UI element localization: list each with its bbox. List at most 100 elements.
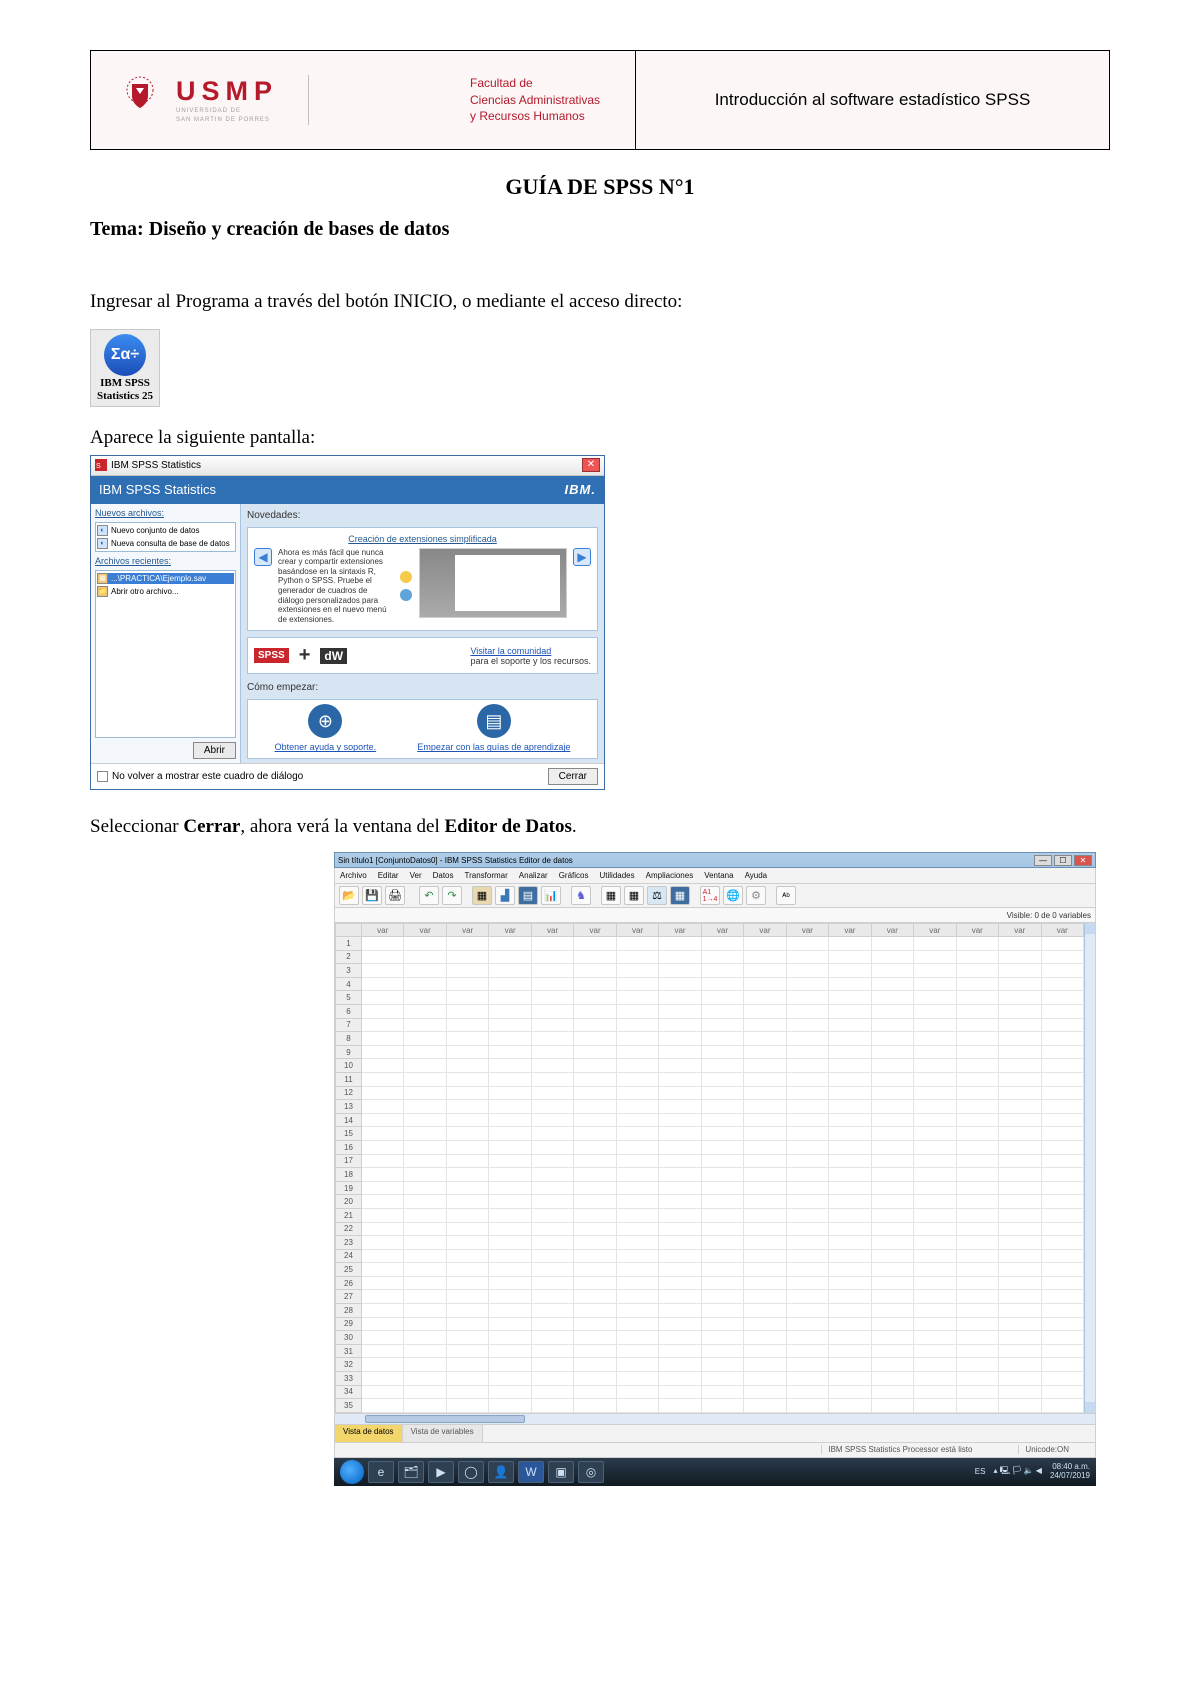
new-db-query-item[interactable]: ◐Nueva consulta de base de datos <box>97 538 234 549</box>
faculty-line3: y Recursos Humanos <box>470 108 600 125</box>
dont-show-checkbox[interactable]: No volver a mostrar este cuadro de diálo… <box>97 771 303 782</box>
goto-case-icon[interactable]: ▦ <box>472 886 492 905</box>
status-processor: IBM SPSS Statistics Processor está listo <box>821 1445 978 1454</box>
goto-var-icon[interactable]: ▟ <box>495 886 515 905</box>
faculty-cell: Facultad de Ciencias Administrativas y R… <box>445 51 635 150</box>
preview-image <box>419 548 567 618</box>
university-name: USMP <box>176 78 278 105</box>
taskbar-chrome-icon[interactable]: ◯ <box>458 1461 484 1483</box>
value-labels-icon[interactable]: ▦ <box>601 886 621 905</box>
maximize-button[interactable]: ☐ <box>1054 855 1072 866</box>
university-cell: USMP UNIVERSIDAD DE SAN MARTIN DE PORRES <box>90 51 445 150</box>
split-file-icon[interactable]: ▦ <box>624 886 644 905</box>
use-subset-icon[interactable]: A11→4 <box>700 886 720 905</box>
course-title: Introducción al software estadístico SPS… <box>661 90 1084 110</box>
menu-ver[interactable]: Ver <box>410 871 422 880</box>
tutorial-icon: ▤ <box>477 704 511 738</box>
redo-icon[interactable]: ↷ <box>442 886 462 905</box>
page-title: GUÍA DE SPSS N°1 <box>90 174 1110 200</box>
menu-editar[interactable]: Editar <box>378 871 399 880</box>
horizontal-scrollbar[interactable] <box>334 1414 1096 1425</box>
menu-utilidades[interactable]: Utilidades <box>599 871 634 880</box>
tema-line: Tema: Diseño y creación de bases de dato… <box>90 218 1110 241</box>
editor-menubar: Archivo Editar Ver Datos Transformar Ana… <box>334 868 1096 884</box>
select-cases-icon[interactable]: ▦ <box>670 886 690 905</box>
extensions-link[interactable]: Creación de extensiones simplificada <box>254 534 591 544</box>
windows-taskbar: e 🗂 ▶ ◯ 👤 W ▣ ◎ ES ▴ 🖳 🏳 🔈 ◀ 08:40 a.m. … <box>334 1458 1096 1486</box>
save-icon[interactable]: 💾 <box>362 886 382 905</box>
menu-archivo[interactable]: Archivo <box>340 871 367 880</box>
tutorial-option[interactable]: ▤ Empezar con las guías de aprendizaje <box>417 704 570 752</box>
shortcut-label-1: IBM SPSS <box>100 378 150 389</box>
tutorial-link: Empezar con las guías de aprendizaje <box>417 742 570 752</box>
svg-text:S: S <box>96 463 101 470</box>
minimize-button[interactable]: — <box>1034 855 1052 866</box>
cerrar-button[interactable]: Cerrar <box>548 768 598 785</box>
menu-ayuda[interactable]: Ayuda <box>745 871 768 880</box>
close-icon[interactable]: ✕ <box>582 458 600 472</box>
editor-title-text: Sin título1 [ConjuntoDatos0] - IBM SPSS … <box>338 856 573 865</box>
abrir-button[interactable]: Abrir <box>193 742 236 759</box>
new-dataset-item[interactable]: ◐Nuevo conjunto de datos <box>97 525 234 536</box>
novedades-header: Novedades: <box>247 510 598 521</box>
spss-badge-icon: SPSS <box>254 648 289 663</box>
start-button[interactable] <box>340 1460 364 1484</box>
university-sub1: UNIVERSIDAD DE <box>176 108 278 114</box>
taskbar-app2-icon[interactable]: ◎ <box>578 1461 604 1483</box>
taskbar-date: 24/07/2019 <box>1050 1471 1090 1480</box>
data-editor-window: Sin título1 [ConjuntoDatos0] - IBM SPSS … <box>334 852 1096 1486</box>
prev-arrow-icon[interactable]: ◀ <box>254 548 272 566</box>
tab-data-view[interactable]: Vista de datos <box>335 1425 403 1442</box>
caption-1: Aparece la siguiente pantalla: <box>90 427 1110 449</box>
python-icon <box>399 570 413 584</box>
course-cell: Introducción al software estadístico SPS… <box>635 51 1110 150</box>
menu-graficos[interactable]: Gráficos <box>559 871 589 880</box>
open-other-file-item[interactable]: 📁Abrir otro archivo... <box>97 586 234 597</box>
print-icon[interactable]: 🖨 <box>385 886 405 905</box>
recent-file-item[interactable]: ▦...\PRACTICA\Ejemplo.sav <box>97 573 234 584</box>
taskbar-media-icon[interactable]: ▶ <box>428 1461 454 1483</box>
close-button[interactable]: ✕ <box>1074 855 1092 866</box>
options-icon[interactable]: ⚙ <box>746 886 766 905</box>
welcome-titlebar: S IBM SPSS Statistics ✕ <box>91 456 604 476</box>
open-file-icon[interactable]: 📂 <box>339 886 359 905</box>
taskbar-ie-icon[interactable]: e <box>368 1461 394 1483</box>
community-sub: para el soporte y los recursos. <box>470 656 591 666</box>
globe-icon[interactable]: 🌐 <box>723 886 743 905</box>
taskbar-lang[interactable]: ES <box>975 1467 986 1476</box>
menu-analizar[interactable]: Analizar <box>519 871 548 880</box>
taskbar-app1-icon[interactable]: ▣ <box>548 1461 574 1483</box>
page-header: USMP UNIVERSIDAD DE SAN MARTIN DE PORRES… <box>90 50 1110 150</box>
menu-ventana[interactable]: Ventana <box>704 871 733 880</box>
vertical-scrollbar[interactable] <box>1084 923 1095 1413</box>
insert-case-icon[interactable]: ♞ <box>571 886 591 905</box>
tab-variable-view[interactable]: Vista de variables <box>403 1425 483 1442</box>
find-icon[interactable]: ▤ <box>518 886 538 905</box>
shortcut-label-2: Statistics 25 <box>97 391 153 402</box>
plus-icon: + <box>299 644 311 667</box>
community-link[interactable]: Visitar la comunidad <box>470 646 591 656</box>
menu-ampliaciones[interactable]: Ampliaciones <box>646 871 694 880</box>
spss-shortcut-icon[interactable]: Σα÷ IBM SPSS Statistics 25 <box>90 329 160 407</box>
taskbar-word-icon[interactable]: W <box>518 1461 544 1483</box>
taskbar-user-icon[interactable]: 👤 <box>488 1461 514 1483</box>
sigma-icon: Σα÷ <box>104 334 146 376</box>
editor-tabs: Vista de datos Vista de variables <box>334 1425 1096 1443</box>
tema-prefix: Tema: <box>90 218 149 240</box>
welcome-brand-bar: IBM SPSS Statistics IBM. <box>91 476 604 504</box>
abc-icon[interactable]: ᴬᵇ <box>776 886 796 905</box>
next-arrow-icon[interactable]: ▶ <box>573 548 591 566</box>
welcome-window-title: IBM SPSS Statistics <box>111 460 201 471</box>
help-option[interactable]: ⊕ Obtener ayuda y soporte. <box>275 704 377 752</box>
undo-icon[interactable]: ↶ <box>419 886 439 905</box>
variables-icon[interactable]: 📊 <box>541 886 561 905</box>
menu-transformar[interactable]: Transformar <box>465 871 508 880</box>
weight-cases-icon[interactable]: ⚖ <box>647 886 667 905</box>
editor-statusbar: IBM SPSS Statistics Processor está listo… <box>334 1443 1096 1458</box>
taskbar-explorer-icon[interactable]: 🗂 <box>398 1461 424 1483</box>
faculty-line2: Ciencias Administrativas <box>470 92 600 109</box>
faculty-line1: Facultad de <box>470 75 600 92</box>
menu-datos[interactable]: Datos <box>433 871 454 880</box>
data-grid[interactable]: varvarvarvarvarvarvarvarvarvarvarvarvarv… <box>335 923 1084 1413</box>
taskbar-tray-icons[interactable]: ▴ 🖳 🏳 🔈 ◀ <box>993 1465 1042 1479</box>
